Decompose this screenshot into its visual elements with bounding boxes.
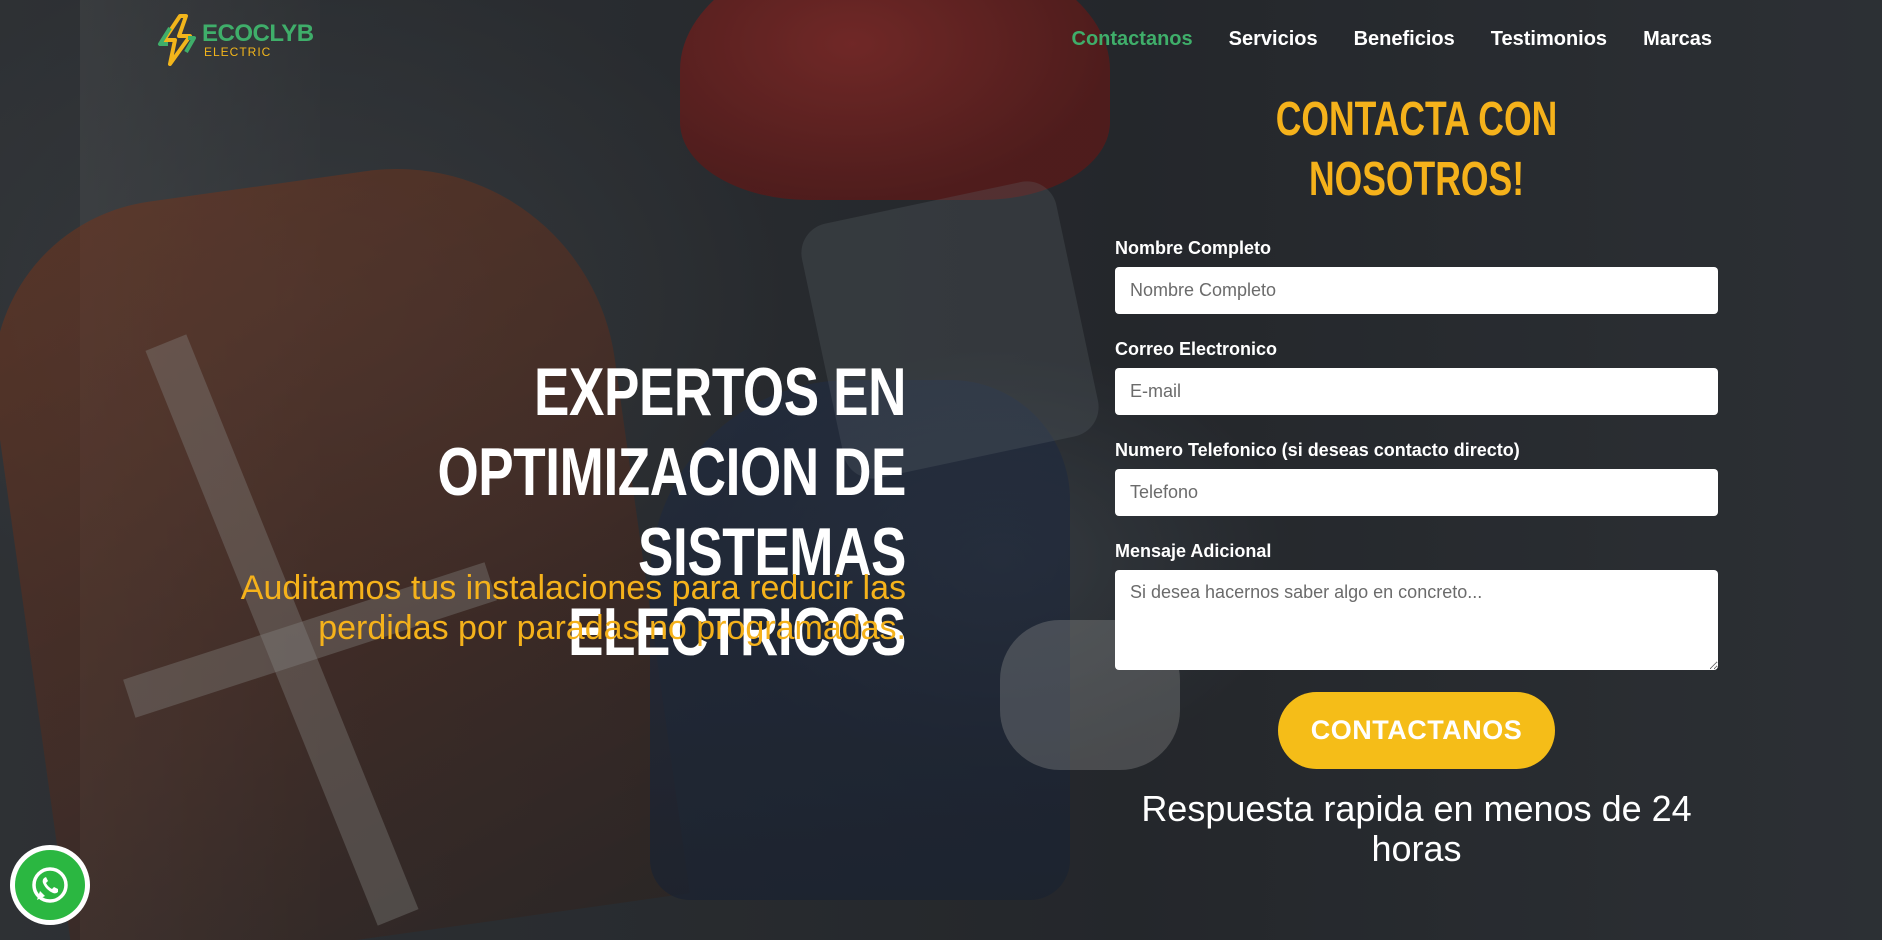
logo-brand-sub: ELECTRIC	[204, 45, 272, 59]
lightning-bolt-logo-icon	[158, 14, 196, 66]
main-nav: Contactanos Servicios Beneficios Testimo…	[1072, 28, 1712, 51]
contact-form: CONTACTA CON NOSOTROS! Nombre Completo C…	[1115, 90, 1718, 869]
message-field[interactable]	[1115, 570, 1718, 670]
hero-title-line1: EXPERTOS EN OPTIMIZACION DE	[437, 354, 906, 510]
contact-submit-button[interactable]: CONTACTANOS	[1278, 692, 1555, 769]
hero-subtitle-line1: Auditamos tus instalaciones para reducir…	[240, 569, 906, 607]
whatsapp-icon	[32, 867, 68, 903]
logo[interactable]: ECOCLYB ELECTRIC	[156, 14, 314, 66]
hero-subtitle-line2: perdidas por paradas no programadas.	[318, 609, 906, 647]
email-label: Correo Electronico	[1115, 339, 1278, 359]
whatsapp-button[interactable]	[10, 845, 90, 925]
nav-marcas[interactable]: Marcas	[1643, 28, 1712, 51]
nav-testimonios[interactable]: Testimonios	[1491, 28, 1607, 51]
site-header: ECOCLYB ELECTRIC Contactanos Servicios B…	[0, 0, 1882, 84]
hero-subtitle: Auditamos tus instalaciones para reducir…	[140, 568, 906, 648]
email-field[interactable]	[1115, 368, 1718, 415]
nav-contactanos[interactable]: Contactanos	[1072, 28, 1193, 51]
nav-beneficios[interactable]: Beneficios	[1354, 28, 1455, 51]
form-title: CONTACTA CON NOSOTROS!	[1275, 93, 1558, 206]
nav-servicios[interactable]: Servicios	[1229, 28, 1318, 51]
phone-label: Numero Telefonico (si deseas contacto di…	[1115, 440, 1520, 460]
phone-field[interactable]	[1115, 469, 1718, 516]
response-time-note: Respuesta rapida en menos de 24 horas	[1141, 788, 1692, 869]
name-label: Nombre Completo	[1115, 238, 1272, 258]
logo-brand-name: ECOCLYB	[202, 20, 314, 47]
name-field[interactable]	[1115, 267, 1718, 314]
message-label: Mensaje Adicional	[1115, 541, 1272, 561]
